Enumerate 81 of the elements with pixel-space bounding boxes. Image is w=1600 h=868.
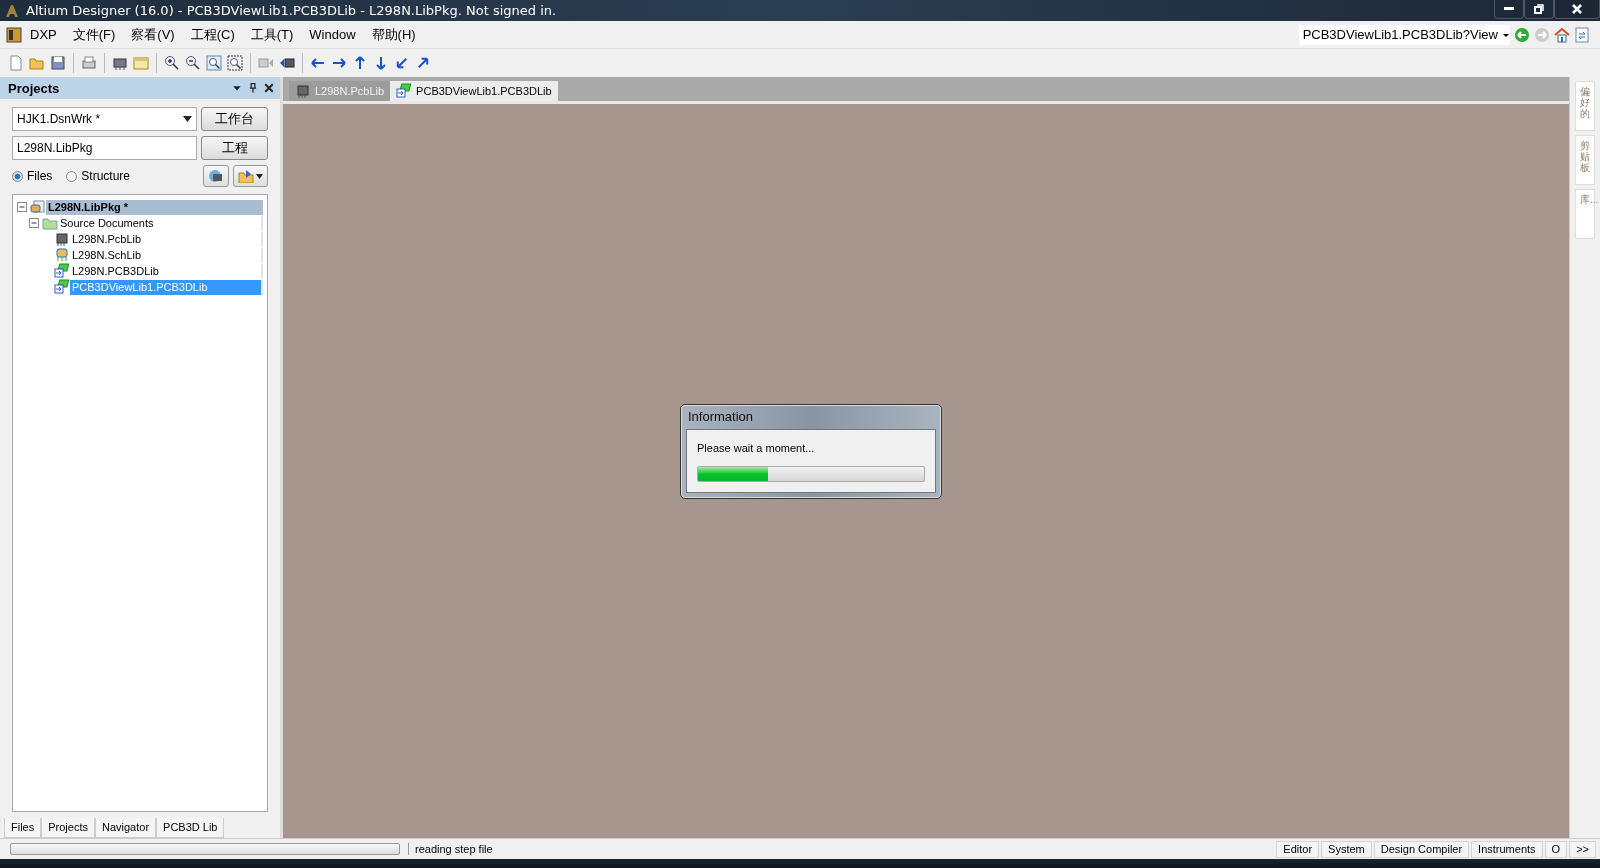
menu-item[interactable]: 工具(T): [242, 25, 302, 44]
minimize-button[interactable]: [1494, 0, 1524, 19]
arrow-up-right-icon[interactable]: [415, 55, 431, 71]
workspace-button[interactable]: 工作台: [201, 107, 268, 131]
panel-tab[interactable]: Navigator: [95, 818, 157, 838]
dialog-title: Information: [687, 408, 755, 426]
zoom-in-icon[interactable]: [164, 55, 180, 71]
tree-item[interactable]: L298N.PCB3DLib: [17, 263, 263, 279]
arrow-down-icon[interactable]: [373, 55, 389, 71]
document-tab[interactable]: PCB3DViewLib1.PCB3DLib: [390, 81, 558, 101]
panel-button[interactable]: O: [1544, 840, 1568, 858]
address-field[interactable]: PCB3DViewLib1.PCB3DLib?View: [1298, 24, 1510, 45]
chip-icon: [54, 231, 70, 247]
tree-item[interactable]: L298N.SchLib: [17, 247, 263, 263]
collapse-toggle[interactable]: [29, 218, 39, 228]
tree-item-label: Source Documents: [58, 215, 263, 231]
tree-item-label: PCB3DViewLib1.PCB3DLib: [70, 279, 263, 295]
window-title: Altium Designer (16.0) - PCB3DViewLib1.PCB3DLib - L298N.LibPkg. Not signed in.: [26, 3, 557, 18]
side-panel-tab[interactable]: 剪贴板: [1575, 135, 1595, 185]
project-button[interactable]: 工程: [201, 136, 268, 160]
close-button[interactable]: [1554, 0, 1600, 19]
tree-item-label: L298N.SchLib: [70, 247, 263, 263]
open-menu-button[interactable]: [233, 165, 268, 187]
menu-item[interactable]: 文件(F): [64, 25, 124, 44]
board-arrow-icon: [54, 263, 70, 279]
caret-icon: [183, 116, 192, 122]
dropdown-icon: [232, 83, 242, 93]
workspace-dropdown[interactable]: HJK1.DsnWrk *: [12, 107, 197, 131]
status-message: reading step file: [408, 843, 805, 855]
panel-button[interactable]: >>: [1569, 840, 1596, 858]
minimize-icon: [1504, 7, 1514, 11]
app-logo-icon: [4, 2, 20, 19]
panel-button[interactable]: Design Compiler: [1373, 840, 1470, 858]
zoom-selection-icon[interactable]: [227, 55, 243, 71]
zoom-out-icon[interactable]: [185, 55, 201, 71]
panel-tab[interactable]: Projects: [41, 818, 95, 838]
close-icon: [264, 83, 274, 93]
radio-button[interactable]: Structure: [66, 169, 131, 183]
print-icon[interactable]: [81, 55, 97, 71]
chip-icon: [295, 83, 311, 99]
panel-tab[interactable]: PCB3D Lib: [156, 818, 225, 838]
close-icon: [1572, 4, 1582, 14]
tree-item-label: L298N.PcbLib: [70, 231, 263, 247]
collapse-toggle[interactable]: [17, 202, 27, 212]
folder-arrow-icon: [238, 169, 254, 183]
radio-button[interactable]: Files: [12, 169, 53, 183]
panel-button[interactable]: Instruments: [1471, 840, 1543, 858]
board-arrow-icon: [54, 279, 70, 295]
menu-item[interactable]: 帮助(H): [363, 25, 424, 44]
panel-title: Projects: [8, 80, 60, 96]
dialog-message: Please wait a moment...: [697, 441, 816, 454]
arrow-down-left-icon[interactable]: [394, 55, 410, 71]
caret-icon: [256, 173, 263, 179]
menu-item[interactable]: 察看(V): [123, 25, 183, 44]
chip-icon[interactable]: [112, 55, 128, 71]
project-field[interactable]: L298N.LibPkg: [12, 136, 197, 160]
restore-button[interactable]: [1524, 0, 1554, 19]
pin-icon: [248, 83, 258, 93]
chip-right-icon[interactable]: [279, 55, 295, 71]
folder-icon: [42, 215, 58, 231]
panel-button[interactable]: System: [1321, 840, 1372, 858]
schematic-icon: [54, 247, 70, 263]
menu-item[interactable]: 工程(C): [182, 25, 243, 44]
tree-item[interactable]: Source Documents: [17, 215, 263, 231]
panel-tab[interactable]: Files: [4, 818, 42, 838]
home-icon[interactable]: [1554, 26, 1570, 43]
tree-item-label: L298N.PCB3DLib: [70, 263, 263, 279]
menu-item[interactable]: Window: [301, 27, 364, 42]
tree-item[interactable]: L298N.PcbLib: [17, 231, 263, 247]
save-icon[interactable]: [50, 55, 66, 71]
board-arrow-icon: [396, 83, 413, 99]
package-icon: [30, 199, 46, 215]
side-panel-tab[interactable]: 偏好的: [1575, 81, 1595, 131]
globe-chip-icon: [208, 169, 224, 183]
back-icon[interactable]: [1514, 26, 1530, 43]
menu-item[interactable]: DXP: [22, 27, 65, 42]
compile-button[interactable]: [203, 165, 229, 187]
panel-button[interactable]: Editor: [1276, 840, 1320, 858]
dxp-logo-icon: [6, 26, 22, 43]
restore-icon: [1534, 4, 1544, 14]
zoom-fit-icon[interactable]: [206, 55, 222, 71]
